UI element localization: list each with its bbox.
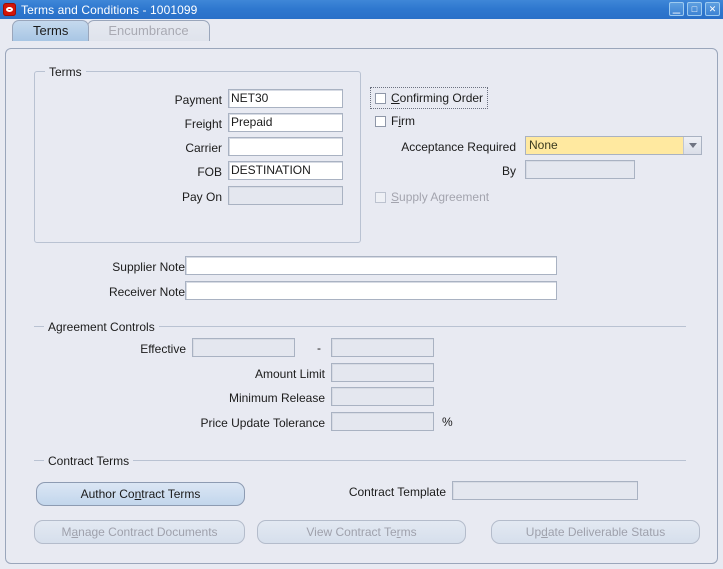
- window-title-bar: Terms and Conditions - 1001099 _ □ ✕: [0, 0, 723, 19]
- fob-label: FOB: [197, 165, 222, 179]
- oracle-logo-icon: [3, 3, 16, 16]
- payment-field[interactable]: NET30: [228, 89, 343, 108]
- contract-terms-title: Contract Terms: [44, 454, 134, 468]
- chevron-down-icon[interactable]: [683, 137, 701, 154]
- maximize-icon: □: [691, 4, 698, 14]
- price-update-tolerance-percent-suffix: %: [442, 415, 453, 429]
- agreement-controls-title: Agreement Controls: [44, 320, 159, 334]
- acceptance-required-value: None: [529, 138, 558, 152]
- by-label: By: [501, 164, 516, 178]
- maximize-button[interactable]: □: [687, 2, 702, 16]
- author-contract-terms-label: Author Contract Terms: [80, 487, 201, 501]
- fob-field[interactable]: DESTINATION: [228, 161, 343, 180]
- terms-group-title: Terms: [45, 65, 86, 79]
- pay-on-label: Pay On: [181, 190, 222, 204]
- acceptance-required-dropdown[interactable]: None: [525, 136, 702, 155]
- effective-label: Effective: [140, 342, 186, 356]
- carrier-label: Carrier: [185, 141, 222, 155]
- window-title: Terms and Conditions - 1001099: [21, 2, 198, 17]
- effective-range-separator: -: [317, 341, 321, 355]
- acceptance-required-label: Acceptance Required: [401, 140, 516, 154]
- freight-label: Freight: [184, 117, 222, 131]
- tab-encumbrance[interactable]: Encumbrance: [87, 20, 210, 41]
- update-deliverable-status-label: Update Deliverable Status: [525, 525, 666, 539]
- effective-to-field: [331, 338, 434, 357]
- agreement-controls-group: Agreement Controls: [34, 320, 686, 334]
- firm-box: [375, 115, 386, 127]
- manage-contract-documents-button: Manage Contract Documents: [34, 520, 245, 544]
- supply-agreement-box: [375, 191, 386, 203]
- payment-label: Payment: [174, 93, 222, 107]
- close-button[interactable]: ✕: [705, 2, 720, 16]
- confirming-order-label: Confirming Order: [391, 91, 484, 105]
- confirming-order-checkbox[interactable]: Confirming Order: [369, 87, 489, 109]
- by-field: [525, 160, 635, 179]
- tab-strip: Terms Encumbrance: [0, 19, 723, 41]
- confirming-order-box: [375, 92, 386, 104]
- manage-contract-documents-label: Manage Contract Documents: [61, 525, 218, 539]
- receiver-note-label: Receiver Note: [108, 285, 185, 299]
- freight-field[interactable]: Prepaid: [228, 113, 343, 132]
- firm-checkbox[interactable]: Firm: [375, 114, 415, 128]
- pay-on-field: [228, 186, 343, 205]
- tab-terms[interactable]: Terms: [12, 20, 90, 41]
- supply-agreement-label: Supply Agreement: [391, 190, 490, 204]
- supplier-note-label: Supplier Note: [112, 260, 185, 274]
- amount-limit-field: [331, 363, 434, 382]
- effective-from-field: [192, 338, 295, 357]
- minimize-button[interactable]: _: [669, 0, 684, 16]
- minimum-release-label: Minimum Release: [228, 391, 325, 405]
- contract-terms-group: Contract Terms: [34, 454, 686, 468]
- update-deliverable-status-button: Update Deliverable Status: [491, 520, 700, 544]
- receiver-note-field[interactable]: [185, 281, 557, 300]
- terms-content-panel: Terms Payment NET30 Freight Prepaid Carr…: [5, 48, 718, 564]
- close-icon: ✕: [708, 4, 717, 14]
- supplier-note-field[interactable]: [185, 256, 557, 275]
- amount-limit-label: Amount Limit: [254, 367, 325, 381]
- carrier-field[interactable]: [228, 137, 343, 156]
- price-update-tolerance-label: Price Update Tolerance: [200, 416, 325, 430]
- author-contract-terms-button[interactable]: Author Contract Terms: [36, 482, 245, 506]
- view-contract-terms-button: View Contract Terms: [257, 520, 466, 544]
- minimum-release-field: [331, 387, 434, 406]
- minimize-icon: _: [672, 0, 681, 14]
- window-controls: _ □ ✕: [669, 0, 720, 16]
- contract-template-field: [452, 481, 638, 500]
- price-update-tolerance-field: [331, 412, 434, 431]
- supply-agreement-checkbox: Supply Agreement: [375, 190, 489, 204]
- view-contract-terms-label: View Contract Terms: [306, 525, 417, 539]
- contract-template-label: Contract Template: [348, 485, 446, 499]
- firm-label: Firm: [391, 114, 416, 128]
